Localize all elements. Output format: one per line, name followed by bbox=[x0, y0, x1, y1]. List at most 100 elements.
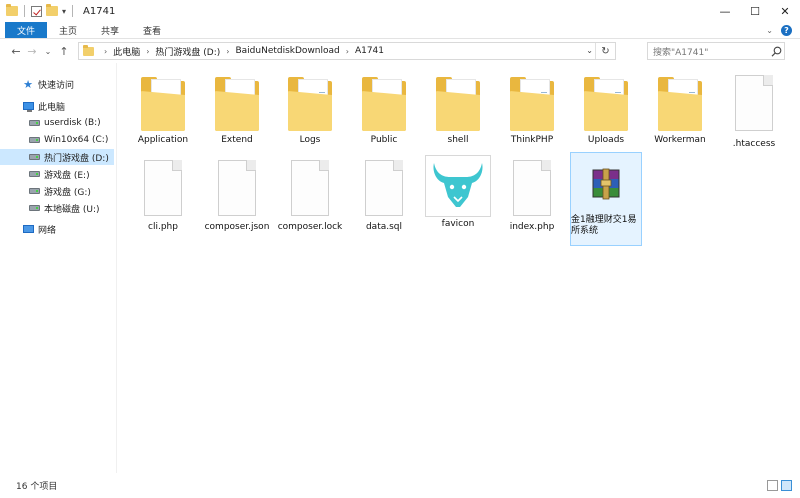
file-icon bbox=[363, 160, 405, 216]
file-icon bbox=[733, 75, 775, 131]
file-name: shell bbox=[447, 135, 469, 145]
file-name: Extend bbox=[221, 135, 253, 145]
ribbon-right: ⌄ ? bbox=[766, 22, 800, 38]
this-pc-icon bbox=[22, 102, 34, 112]
file-name: cli.php bbox=[148, 222, 178, 232]
file-item[interactable]: Logs bbox=[274, 71, 346, 155]
file-name: Application bbox=[137, 135, 189, 145]
file-item[interactable]: composer.lock bbox=[274, 156, 346, 240]
item-count: 16 个项目 bbox=[16, 482, 58, 492]
folder-icon bbox=[139, 73, 187, 133]
breadcrumb-item[interactable]: BaiduNetdiskDownload bbox=[235, 46, 339, 56]
breadcrumb-item[interactable]: 热门游戏盘 (D:) bbox=[155, 45, 220, 58]
breadcrumb-chevron-icon[interactable]: › bbox=[226, 47, 229, 56]
search-input[interactable]: 搜索"A1741" bbox=[647, 42, 785, 60]
customize-toolbar-chevron-icon[interactable]: ▾ bbox=[62, 7, 66, 16]
folder-icon bbox=[434, 73, 482, 133]
sidebar-item-network[interactable]: 网络 bbox=[0, 221, 114, 237]
bull-logo-icon bbox=[425, 155, 491, 217]
refresh-icon[interactable]: ↻ bbox=[595, 43, 615, 59]
tab-file[interactable]: 文件 bbox=[5, 22, 48, 38]
file-item[interactable]: shell bbox=[422, 71, 494, 155]
sidebar-item-drive-d[interactable]: 热门游戏盘 (D:) bbox=[0, 149, 114, 165]
tab-home[interactable]: 主页 bbox=[47, 22, 89, 38]
sidebar-item-label: Win10x64 (C:) bbox=[44, 135, 109, 145]
expand-ribbon-chevron-icon[interactable]: ⌄ bbox=[766, 26, 773, 35]
search-icon[interactable] bbox=[771, 46, 782, 57]
help-icon[interactable]: ? bbox=[781, 24, 792, 36]
recent-locations-chevron-icon[interactable]: ⌄ bbox=[40, 42, 56, 60]
back-button[interactable]: ← bbox=[8, 42, 24, 60]
breadcrumb-item[interactable]: A1741 bbox=[355, 46, 384, 56]
file-name: .htaccess bbox=[732, 139, 776, 149]
close-button[interactable]: ✕ bbox=[770, 0, 800, 22]
file-item[interactable]: cli.php bbox=[127, 156, 199, 240]
folder-icon bbox=[508, 73, 556, 133]
file-item[interactable]: Workerman bbox=[644, 71, 716, 155]
tab-share[interactable]: 共享 bbox=[89, 22, 131, 38]
file-item[interactable]: Uploads bbox=[570, 71, 642, 155]
window-controls: — ☐ ✕ bbox=[710, 0, 800, 22]
network-icon bbox=[22, 225, 34, 233]
file-name: favicon bbox=[441, 219, 475, 229]
sidebar-item-quick-access[interactable]: ★ 快速访问 bbox=[0, 76, 114, 92]
sidebar-item-label: 游戏盘 (G:) bbox=[44, 187, 91, 198]
bull-logo-icon bbox=[433, 163, 483, 207]
file-icon bbox=[289, 160, 331, 216]
sidebar-item-drive-b[interactable]: userdisk (B:) bbox=[0, 115, 114, 131]
quick-access-star-icon: ★ bbox=[23, 77, 33, 91]
file-item[interactable]: favicon bbox=[422, 154, 494, 238]
minimize-button[interactable]: — bbox=[710, 0, 740, 22]
sidebar-item-drive-c[interactable]: Win10x64 (C:) bbox=[0, 132, 114, 148]
sidebar-item-label: 此电脑 bbox=[38, 102, 66, 113]
file-name: composer.lock bbox=[277, 222, 343, 232]
sidebar-item-drive-e[interactable]: 游戏盘 (E:) bbox=[0, 166, 114, 182]
large-icons-view-icon[interactable] bbox=[781, 480, 792, 491]
forward-button[interactable]: → bbox=[24, 42, 40, 60]
window-title: A1741 bbox=[83, 5, 116, 17]
status-bar: 16 个项目 bbox=[0, 473, 800, 498]
title-bar: ▾ A1741 — ☐ ✕ bbox=[0, 0, 800, 22]
maximize-button[interactable]: ☐ bbox=[740, 0, 770, 22]
address-bar[interactable]: › 此电脑 › 热门游戏盘 (D:) › BaiduNetdiskDownloa… bbox=[78, 42, 616, 60]
drive-icon bbox=[28, 171, 40, 177]
details-view-icon[interactable] bbox=[767, 480, 778, 491]
file-item[interactable]: index.php bbox=[496, 156, 568, 240]
winrar-archive-icon bbox=[581, 155, 631, 213]
sidebar-item-this-pc[interactable]: 此电脑 bbox=[0, 98, 114, 114]
sidebar-item-drive-u[interactable]: 本地磁盘 (U:) bbox=[0, 200, 114, 216]
breadcrumb-item[interactable]: 此电脑 bbox=[113, 45, 140, 58]
address-history-chevron-icon[interactable]: ⌄ bbox=[586, 46, 593, 55]
file-name: ThinkPHP bbox=[510, 135, 554, 145]
folder-icon bbox=[582, 73, 630, 133]
file-name: Workerman bbox=[654, 135, 706, 145]
ribbon-tabs: 文件 主页 共享 查看 ⌄ ? bbox=[0, 22, 800, 39]
file-item[interactable]: composer.json bbox=[201, 156, 273, 240]
properties-icon[interactable] bbox=[31, 5, 42, 17]
file-item[interactable]: data.sql bbox=[348, 156, 420, 240]
toolbar-divider bbox=[72, 5, 74, 17]
folder-icon[interactable] bbox=[6, 4, 18, 16]
file-item[interactable]: ThinkPHP bbox=[496, 71, 568, 155]
file-item[interactable]: .htaccess bbox=[718, 71, 790, 155]
breadcrumb-chevron-icon[interactable]: › bbox=[346, 47, 349, 56]
up-button[interactable]: ↑ bbox=[56, 42, 72, 60]
new-folder-icon[interactable] bbox=[46, 4, 58, 16]
file-item[interactable]: 金1融理财交1易所系统 bbox=[570, 152, 642, 246]
tab-view[interactable]: 查看 bbox=[131, 22, 173, 38]
sidebar-item-drive-g[interactable]: 游戏盘 (G:) bbox=[0, 183, 114, 199]
drive-icon bbox=[28, 120, 40, 126]
file-item[interactable]: Application bbox=[127, 71, 199, 155]
file-name: index.php bbox=[509, 222, 555, 232]
sidebar-item-label: 网络 bbox=[38, 225, 57, 236]
navigation-bar: ← → ⌄ ↑ › 此电脑 › 热门游戏盘 (D:) › BaiduNetdis… bbox=[0, 39, 800, 63]
view-switcher bbox=[767, 480, 792, 491]
file-item[interactable]: Extend bbox=[201, 71, 273, 155]
breadcrumb-chevron-icon[interactable]: › bbox=[104, 47, 107, 56]
file-name: 金1融理财交1易所系统 bbox=[571, 215, 637, 236]
file-icon bbox=[216, 160, 258, 216]
file-name: data.sql bbox=[365, 222, 403, 232]
file-item[interactable]: Public bbox=[348, 71, 420, 155]
breadcrumb-chevron-icon[interactable]: › bbox=[146, 47, 149, 56]
file-icon bbox=[511, 160, 553, 216]
